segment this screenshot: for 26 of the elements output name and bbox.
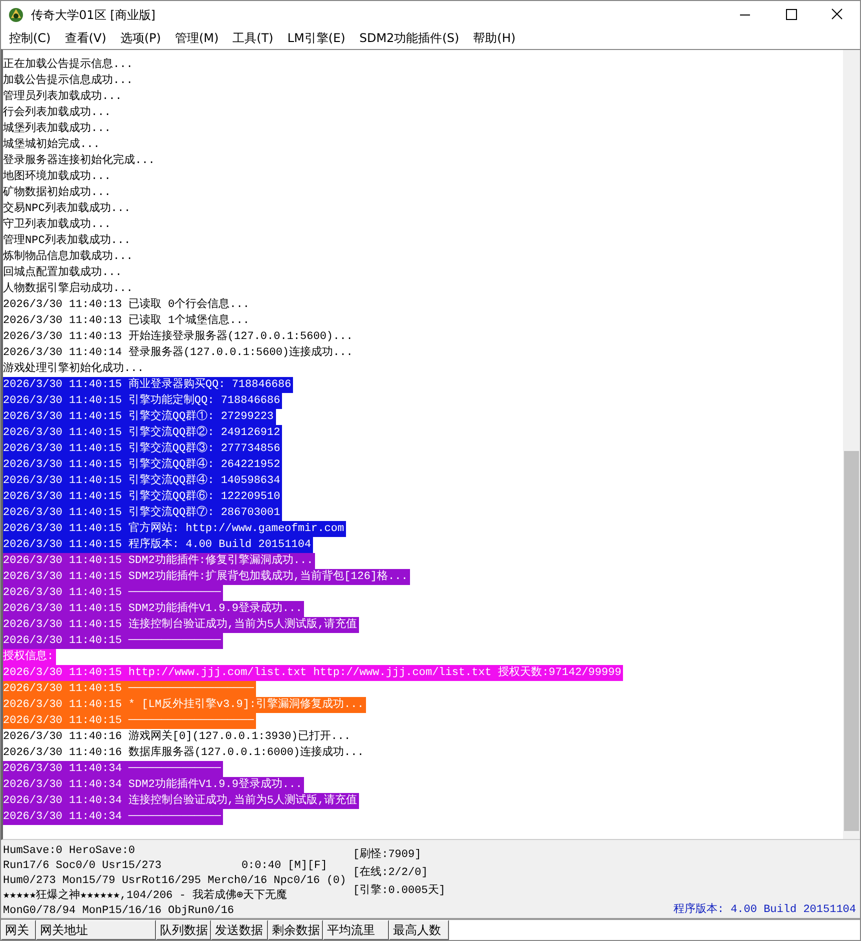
- uptime-text: 0:0:40 [M][F]: [241, 859, 328, 874]
- menu-item[interactable]: 选项(P): [120, 30, 161, 46]
- scroll-thumb[interactable]: [844, 451, 859, 831]
- menu-item[interactable]: LM引擎(E): [287, 30, 346, 46]
- menu-item[interactable]: SDM2功能插件(S): [359, 30, 460, 46]
- status-text: ★★★★★狂爆之神★★★★★★,104/206 - 我若成佛⊕天下无魔: [3, 889, 288, 904]
- menu-item[interactable]: 帮助(H): [473, 30, 516, 46]
- status-text: Run17/6 Soc0/0 Usr15/273: [3, 859, 162, 874]
- menu-item[interactable]: 控制(C): [9, 30, 51, 46]
- column-header[interactable]: 发送数据: [211, 920, 268, 940]
- status-text: MonG0/78/94 MonP15/16/16 ObjRun0/16: [3, 904, 234, 919]
- menu-item[interactable]: 查看(V): [64, 30, 106, 46]
- scrollbar[interactable]: [843, 50, 860, 839]
- version-text: 程序版本: 4.00 Build 20151104: [673, 902, 856, 916]
- menu-item[interactable]: 管理(M): [174, 30, 219, 46]
- app-icon: [7, 6, 25, 24]
- column-header[interactable]: 平均流里: [323, 920, 389, 940]
- status-text: HumSave:0 HeroSave:0: [3, 844, 136, 859]
- column-header[interactable]: 队列数据: [156, 920, 211, 940]
- column-header[interactable]: 剩余数据: [268, 920, 323, 940]
- column-header[interactable]: 网关地址: [36, 920, 156, 940]
- status-text: Hum0/273 Mon15/79 UsrRot16/295 Merch0/16 Npc0/16 (0): [3, 874, 346, 888]
- column-header[interactable]: 网关: [1, 920, 36, 940]
- column-header[interactable]: 最高人数: [389, 920, 449, 940]
- window-title: 传奇大学01区 [商业版]: [31, 6, 156, 24]
- menu-item[interactable]: 工具(T): [232, 30, 274, 46]
